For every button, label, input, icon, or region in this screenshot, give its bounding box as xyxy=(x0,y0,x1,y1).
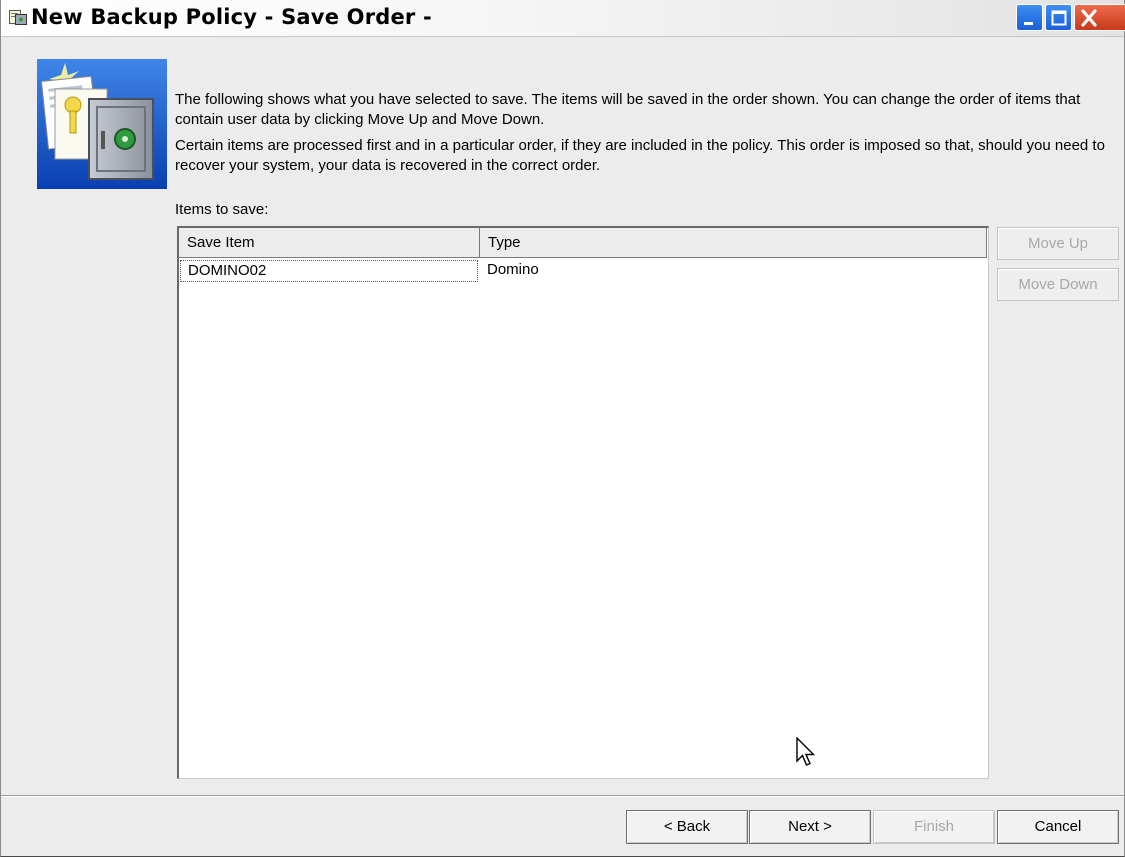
description-paragraph-2: Certain items are processed first and in… xyxy=(175,137,1105,174)
cancel-button[interactable]: Cancel xyxy=(997,810,1119,844)
cell-save-item[interactable]: DOMINO02 xyxy=(180,260,478,282)
description-paragraph-1: The following shows what you have select… xyxy=(175,91,1081,128)
backup-safe-icon xyxy=(37,59,167,189)
app-icon xyxy=(9,9,27,25)
mouse-pointer-icon xyxy=(796,736,818,769)
cell-type[interactable]: Domino xyxy=(480,260,780,282)
maximize-button[interactable] xyxy=(1045,4,1072,31)
column-header-type[interactable]: Type xyxy=(480,228,987,258)
window-title: New Backup Policy - Save Order - xyxy=(31,5,432,29)
move-down-button[interactable]: Move Down xyxy=(997,268,1119,301)
table-row[interactable]: DOMINO02 Domino xyxy=(179,260,987,282)
back-button[interactable]: < Back xyxy=(626,810,748,844)
dialog-window: New Backup Policy - Save Order - The fol… xyxy=(0,0,1125,857)
save-items-table[interactable]: Save Item Type DOMINO02 Domino xyxy=(177,226,989,779)
move-up-button[interactable]: Move Up xyxy=(997,227,1119,260)
table-header: Save Item Type xyxy=(179,228,987,258)
next-button[interactable]: Next > xyxy=(749,810,871,844)
close-button[interactable] xyxy=(1074,4,1125,31)
finish-button[interactable]: Finish xyxy=(873,810,995,844)
minimize-button[interactable] xyxy=(1016,4,1043,31)
minimize-icon xyxy=(1024,22,1033,25)
items-to-save-label: Items to save: xyxy=(175,201,269,218)
column-header-save-item[interactable]: Save Item xyxy=(179,228,480,258)
close-icon xyxy=(1081,9,1097,27)
footer-divider-highlight xyxy=(1,796,1124,797)
title-bar[interactable]: New Backup Policy - Save Order - xyxy=(1,0,1125,37)
maximize-icon xyxy=(1051,10,1067,26)
